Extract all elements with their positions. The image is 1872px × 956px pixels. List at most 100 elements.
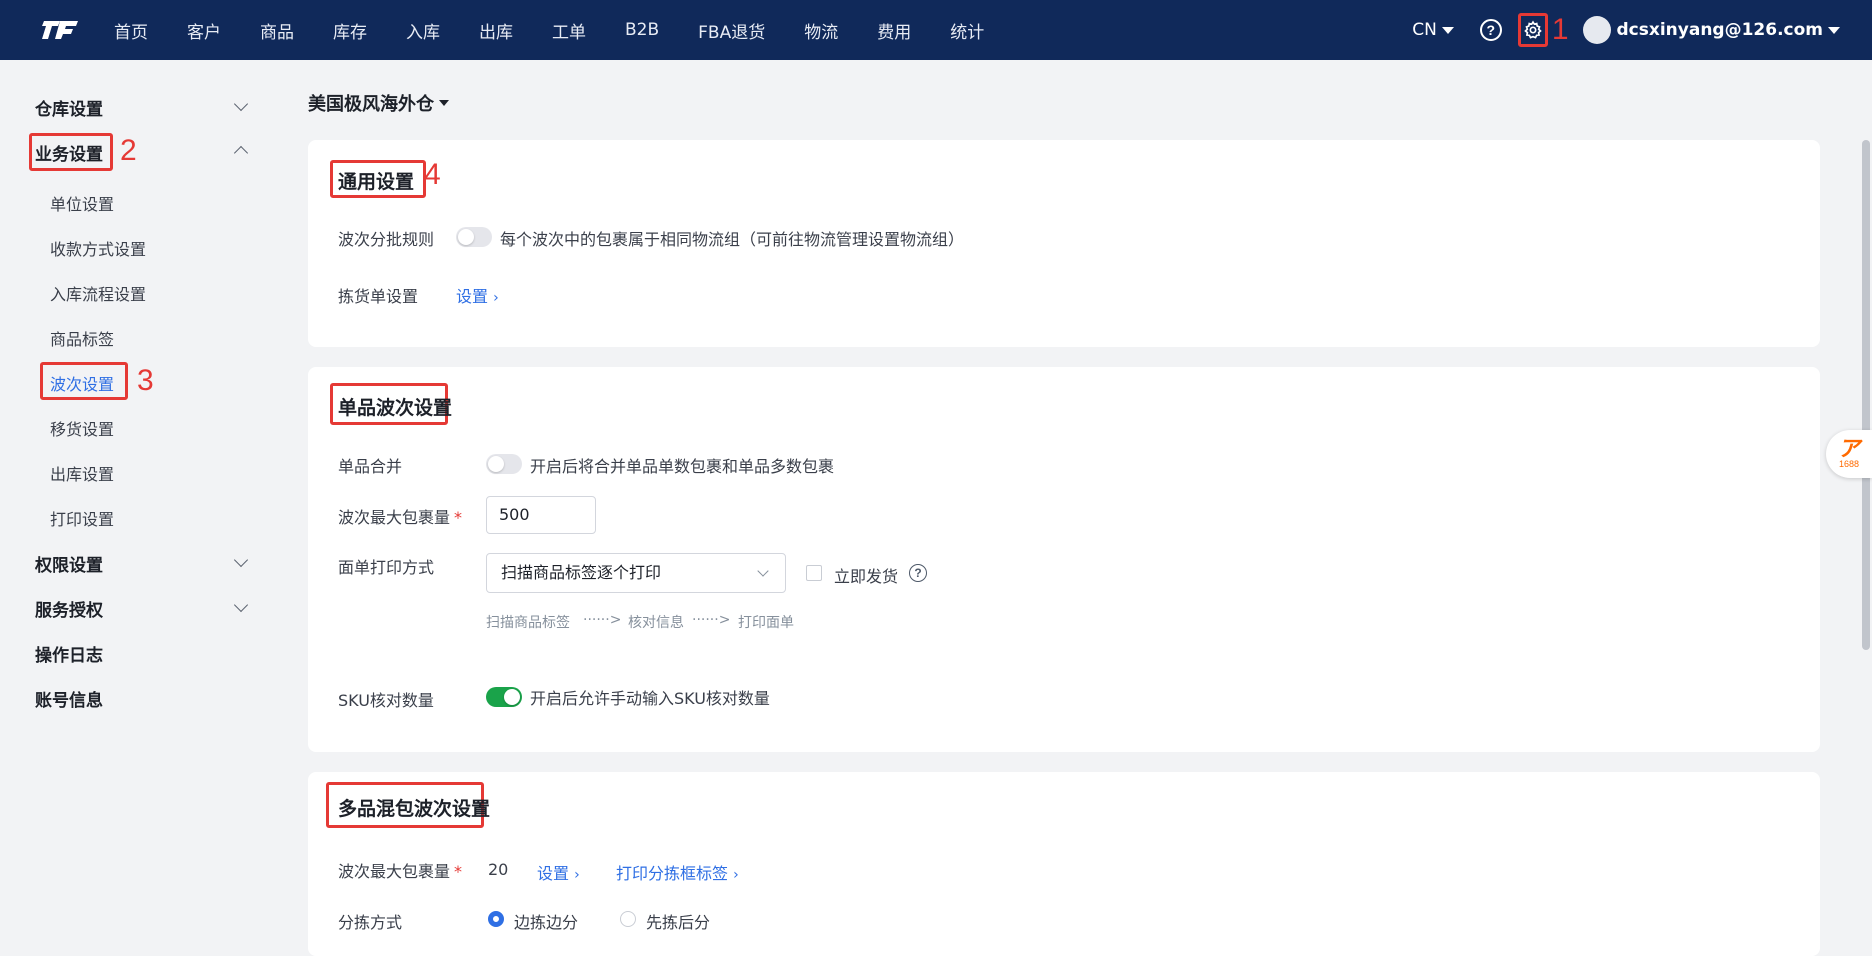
settings-button[interactable] (1517, 13, 1548, 47)
ship-now-label[interactable]: 立即发货 (834, 563, 898, 587)
float-badge-text: 1688 (1838, 459, 1860, 469)
warehouse-selector[interactable]: 美国极风海外仓 (308, 90, 449, 116)
sidebar-item-operation-log[interactable]: 操作日志 (35, 641, 103, 666)
max-packages-input[interactable]: 500 (486, 496, 596, 534)
alibaba-1688-float-button[interactable]: ア 1688 (1826, 430, 1872, 478)
chevron-right-icon: › (574, 867, 580, 883)
gear-icon (1524, 20, 1542, 39)
general-settings-card: 通用设置 4 波次分批规则 每个波次中的包裹属于相同物流组（可前往物流管理设置物… (308, 140, 1820, 347)
flow-arrow: ······> (692, 612, 731, 628)
sort-radio-pick-then-sort[interactable] (620, 911, 636, 927)
nav-statistics[interactable]: 统计 (950, 18, 984, 43)
user-menu[interactable]: dcsxinyang@126.com (1617, 20, 1840, 40)
annotation-4: 4 (424, 158, 441, 191)
sidebar-group-warehouse[interactable]: 仓库设置 (35, 95, 103, 120)
chevron-down-icon[interactable] (233, 96, 249, 112)
language-selector[interactable]: CN (1412, 20, 1454, 40)
chevron-down-icon (757, 565, 769, 577)
single-merge-description: 开启后将合并单品单数包裹和单品多数包裹 (530, 457, 835, 476)
print-sort-box-label-link[interactable]: 打印分拣框标签 › (616, 860, 739, 884)
label-print-method-select[interactable]: 扫描商品标签逐个打印 (486, 553, 786, 593)
annotation-3: 3 (137, 364, 154, 397)
question-circle-icon[interactable]: ? (1479, 19, 1502, 41)
sku-verify-label: SKU核对数量 (338, 691, 434, 710)
sidebar-item-wave[interactable]: 波次设置 (50, 371, 114, 395)
sort-radio-pick-and-sort[interactable] (488, 911, 504, 927)
single-merge-toggle[interactable] (486, 454, 522, 474)
picking-settings-link[interactable]: 设置 › (456, 283, 499, 307)
multi-max-packages-label: 波次最大包裹量 * (338, 858, 462, 882)
caret-down-icon (1828, 26, 1840, 34)
sidebar-item-outbound[interactable]: 出库设置 (50, 461, 114, 485)
nav-work-orders[interactable]: 工单 (552, 18, 586, 43)
chevron-down-icon[interactable] (233, 597, 249, 613)
settings-sidebar: 仓库设置 业务设置 2 单位设置 收款方式设置 入库流程设置 商品标签 波次设置… (0, 60, 275, 956)
multi-max-packages-label-text: 波次最大包裹量 (338, 862, 451, 881)
sidebar-item-product-labels[interactable]: 商品标签 (50, 326, 114, 350)
flow-arrow: ······> (583, 612, 622, 628)
ship-now-checkbox[interactable] (806, 565, 822, 581)
nav-inventory[interactable]: 库存 (333, 18, 367, 43)
top-navbar: 首页 客户 商品 库存 入库 出库 工单 B2B FBA退货 物流 费用 统计 … (0, 0, 1872, 60)
multi-wave-card: 多品混包波次设置 波次最大包裹量 * 20 设置 › 打印分拣框标签 › 分拣方式… (308, 772, 1820, 956)
multi-max-packages-value: 20 (488, 860, 509, 879)
sku-verify-toggle[interactable] (486, 687, 522, 707)
flow-step-verify: 核对信息 (628, 615, 684, 631)
caret-down-icon (1441, 26, 1454, 34)
picking-settings-link-label: 设置 (456, 287, 489, 306)
sidebar-item-inbound-flow[interactable]: 入库流程设置 (50, 281, 146, 305)
nav-fees[interactable]: 费用 (877, 18, 911, 43)
multi-settings-link-label: 设置 (537, 864, 570, 883)
chevron-right-icon: › (733, 867, 739, 883)
sidebar-group-permissions[interactable]: 权限设置 (35, 551, 103, 576)
nav-home[interactable]: 首页 (114, 18, 148, 43)
wave-batch-label: 波次分批规则 (338, 230, 435, 249)
chevron-down-icon[interactable] (233, 552, 249, 568)
wave-batch-toggle[interactable] (456, 227, 492, 247)
sku-verify-description: 开启后允许手动输入SKU核对数量 (530, 689, 770, 708)
sidebar-item-account-info[interactable]: 账号信息 (35, 686, 103, 711)
sidebar-item-print[interactable]: 打印设置 (50, 506, 114, 530)
nav-outbound[interactable]: 出库 (479, 18, 513, 43)
annotation-1: 1 (1551, 13, 1569, 46)
card-title: 单品波次设置 (338, 397, 453, 419)
nav-logistics[interactable]: 物流 (804, 18, 838, 43)
label-print-method-label: 面单打印方式 (338, 558, 435, 577)
required-mark: * (454, 508, 463, 527)
sort-method-label: 分拣方式 (338, 913, 403, 932)
language-label: CN (1412, 20, 1437, 40)
question-circle-icon[interactable]: ? (909, 564, 927, 582)
max-packages-label-text: 波次最大包裹量 (338, 508, 451, 527)
page-scrollbar[interactable] (1858, 60, 1872, 956)
sidebar-item-units[interactable]: 单位设置 (50, 191, 114, 215)
nav-customers[interactable]: 客户 (187, 18, 221, 43)
sort-option-pick-and-sort[interactable]: 边拣边分 (514, 909, 578, 933)
multi-settings-link[interactable]: 设置 › (537, 860, 580, 884)
sidebar-item-transfer[interactable]: 移货设置 (50, 416, 114, 440)
required-mark: * (454, 862, 463, 881)
main-nav: 首页 客户 商品 库存 入库 出库 工单 B2B FBA退货 物流 费用 统计 (114, 0, 1023, 60)
wave-batch-description: 每个波次中的包裹属于相同物流组（可前往物流管理设置物流组） (500, 230, 965, 249)
print-sort-box-label-link-label: 打印分拣框标签 (616, 864, 729, 883)
picking-list-label: 拣货单设置 (338, 287, 419, 306)
sort-option-pick-then-sort[interactable]: 先拣后分 (646, 909, 710, 933)
nav-inbound[interactable]: 入库 (406, 18, 440, 43)
flow-step-print: 打印面单 (738, 615, 794, 631)
alibaba-logo-icon: ア (1837, 436, 1860, 461)
max-packages-label: 波次最大包裹量 * (338, 504, 462, 528)
flow-step-scan: 扫描商品标签 (486, 615, 570, 631)
logo-icon[interactable] (40, 15, 80, 45)
scrollbar-thumb[interactable] (1862, 140, 1870, 650)
avatar[interactable] (1582, 16, 1611, 44)
annotation-2: 2 (120, 134, 137, 167)
single-wave-card: 单品波次设置 单品合并 开启后将合并单品单数包裹和单品多数包裹 波次最大包裹量 *… (308, 367, 1820, 752)
sidebar-item-payment[interactable]: 收款方式设置 (50, 236, 146, 260)
card-title: 通用设置 (338, 171, 415, 193)
nav-products[interactable]: 商品 (260, 18, 294, 43)
nav-b2b[interactable]: B2B (625, 20, 659, 40)
chevron-right-icon: › (493, 290, 499, 306)
sidebar-group-business[interactable]: 业务设置 (35, 140, 103, 165)
sidebar-group-service-auth[interactable]: 服务授权 (35, 596, 103, 621)
chevron-up-icon[interactable] (233, 145, 249, 161)
nav-fba-returns[interactable]: FBA退货 (698, 18, 765, 43)
